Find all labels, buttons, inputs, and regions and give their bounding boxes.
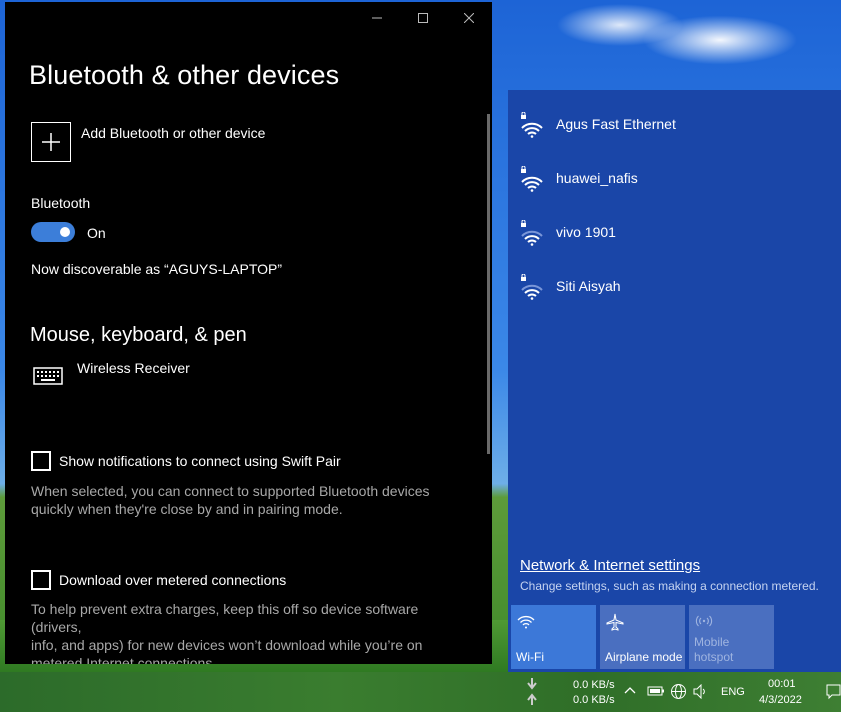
- notification-center-icon[interactable]: [826, 684, 841, 700]
- metered-desc-line: To help prevent extra charges, keep this…: [31, 601, 419, 635]
- network-name: huawei_nafis: [556, 170, 638, 186]
- toggle-state-label: On: [87, 225, 106, 241]
- swift-pair-label[interactable]: Show notifications to connect using Swif…: [59, 453, 341, 469]
- hotspot-label-line: Mobile: [694, 635, 730, 649]
- swift-pair-description: When selected, you can connect to suppor…: [31, 482, 471, 518]
- network-name: Agus Fast Ethernet: [556, 116, 676, 132]
- discoverable-text: Now discoverable as “AGUYS-LAPTOP”: [31, 261, 283, 277]
- wifi-secured-icon: [521, 166, 543, 192]
- metered-download-label[interactable]: Download over metered connections: [59, 572, 286, 588]
- wifi-secured-icon: [521, 112, 543, 138]
- section-title-mouse-keyboard: Mouse, keyboard, & pen: [30, 324, 247, 346]
- upload-speed: 0.0 KB/s: [573, 694, 615, 706]
- speaker-icon[interactable]: [693, 684, 709, 699]
- wifi-secured-icon: [521, 274, 543, 300]
- minimize-button[interactable]: [354, 2, 400, 34]
- wifi-label: Wi-Fi: [516, 650, 544, 664]
- swift-pair-desc-line: quickly when they're close by and in pai…: [31, 501, 343, 517]
- airplane-icon: [606, 613, 624, 631]
- wifi-icon: [517, 615, 535, 629]
- metered-download-checkbox[interactable]: [31, 570, 51, 590]
- minimize-icon: [372, 17, 382, 19]
- hotspot-icon: [695, 615, 713, 627]
- mobile-hotspot-quick-action[interactable]: Mobile hotspot: [689, 605, 774, 669]
- swift-pair-checkbox[interactable]: [31, 451, 51, 471]
- device-wireless-receiver[interactable]: Wireless Receiver: [77, 360, 190, 376]
- globe-icon[interactable]: [670, 683, 687, 700]
- scrollbar[interactable]: [487, 114, 490, 454]
- bluetooth-label: Bluetooth: [31, 195, 91, 211]
- network-item[interactable]: vivo 1901: [508, 204, 841, 258]
- network-item[interactable]: huawei_nafis: [508, 150, 841, 204]
- upload-arrow-icon: [527, 693, 537, 705]
- mobile-hotspot-label: Mobile hotspot: [694, 635, 733, 665]
- network-name: vivo 1901: [556, 224, 616, 240]
- window-controls: [354, 2, 492, 34]
- bluetooth-toggle[interactable]: [31, 222, 75, 242]
- airplane-mode-label: Airplane mode: [605, 650, 683, 664]
- clock-time[interactable]: 00:01: [768, 678, 796, 690]
- metered-desc-line: metered Internet connections.: [31, 655, 217, 664]
- keyboard-icon: [33, 366, 63, 391]
- toggle-knob: [60, 227, 70, 237]
- metered-download-description: To help prevent extra charges, keep this…: [31, 600, 471, 664]
- settings-window: Bluetooth & other devices Add Bluetooth …: [5, 2, 492, 664]
- close-button[interactable]: [446, 2, 492, 34]
- network-settings-link[interactable]: Network & Internet settings: [520, 557, 700, 574]
- wifi-quick-action[interactable]: Wi-Fi: [511, 605, 596, 669]
- battery-icon[interactable]: [647, 685, 665, 697]
- download-speed: 0.0 KB/s: [573, 679, 615, 691]
- clock-date[interactable]: 4/3/2022: [759, 694, 802, 706]
- network-item[interactable]: Siti Aisyah: [508, 258, 841, 312]
- language-indicator[interactable]: ENG: [721, 686, 745, 698]
- airplane-mode-quick-action[interactable]: Airplane mode: [600, 605, 685, 669]
- wifi-secured-icon: [521, 220, 543, 246]
- add-device-label[interactable]: Add Bluetooth or other device: [81, 125, 265, 141]
- network-name: Siti Aisyah: [556, 278, 621, 294]
- page-title: Bluetooth & other devices: [29, 60, 340, 90]
- maximize-icon: [418, 13, 428, 23]
- download-arrow-icon: [527, 678, 537, 690]
- add-device-button[interactable]: [31, 122, 71, 162]
- maximize-button[interactable]: [400, 2, 446, 34]
- network-item[interactable]: Agus Fast Ethernet: [508, 96, 841, 150]
- close-icon: [464, 13, 474, 23]
- chevron-up-icon[interactable]: [624, 686, 636, 694]
- hotspot-label-line: hotspot: [694, 650, 734, 664]
- taskbar: 0.0 KB/s 0.0 KB/s ENG 00:01 4/3/2022: [0, 672, 841, 712]
- network-settings-subtitle: Change settings, such as making a connec…: [520, 579, 819, 593]
- network-flyout: Agus Fast Ethernet huawei_nafis vivo 190…: [508, 90, 841, 672]
- metered-desc-line: info, and apps) for new devices won’t do…: [31, 637, 423, 653]
- plus-icon: [42, 133, 60, 151]
- swift-pair-desc-line: When selected, you can connect to suppor…: [31, 483, 430, 499]
